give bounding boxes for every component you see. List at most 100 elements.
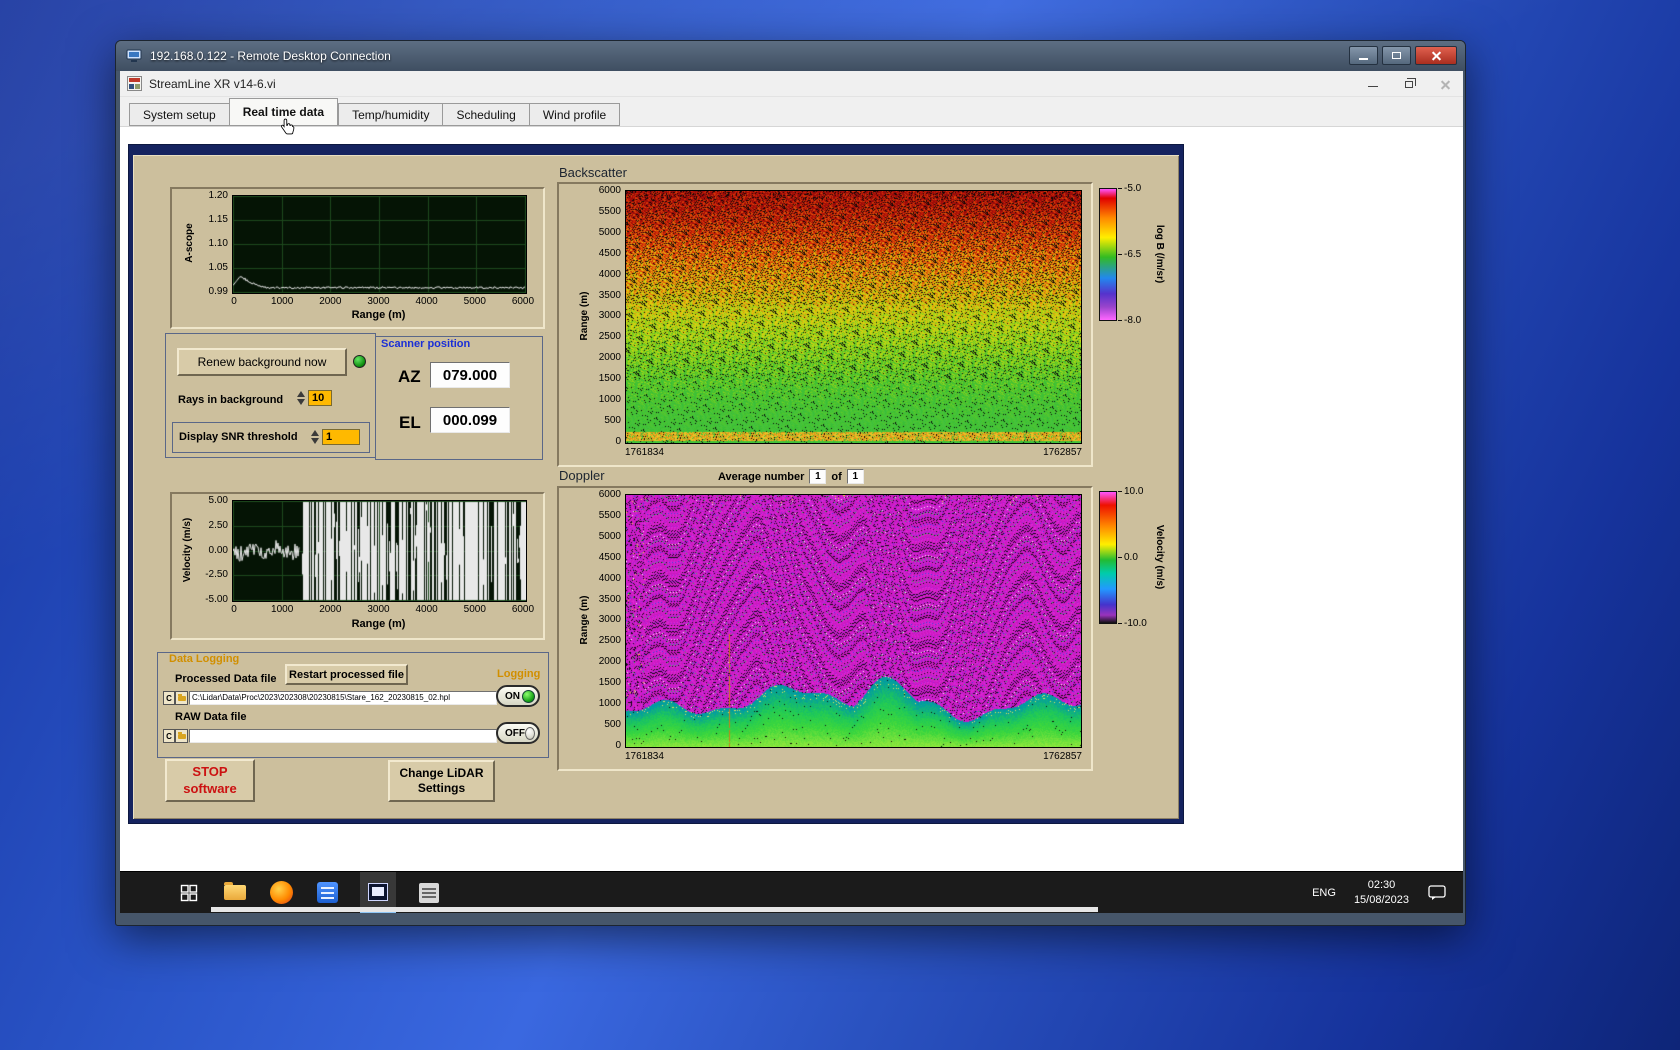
rdp-window: 192.168.0.122 - Remote Desktop Connectio… (115, 40, 1466, 926)
background-status-led (353, 355, 366, 368)
raw-logging-toggle[interactable]: OFF (496, 722, 540, 744)
processed-browse-button[interactable] (175, 691, 188, 705)
raw-path-field[interactable] (189, 729, 497, 743)
rdp-close-button[interactable] (1415, 46, 1457, 65)
firefox-button[interactable] (268, 880, 294, 906)
tick-label: 6000 (506, 604, 540, 615)
tick-label: 1.15 (209, 214, 228, 225)
doppler-colorbar-label: Velocity (m/s) (1154, 525, 1165, 589)
processed-drive-selector[interactable]: C (163, 691, 175, 705)
doppler-x-start: 1761834 (625, 751, 664, 762)
tab-scheduling[interactable]: Scheduling (442, 103, 528, 126)
rays-in-background-label: Rays in background (178, 394, 283, 406)
scheduler-app-button[interactable] (416, 880, 442, 906)
change-lidar-settings-button[interactable]: Change LiDAR Settings (388, 760, 495, 802)
tick-label: 500 (604, 719, 621, 730)
app-window-title: StreamLine XR v14-6.vi (149, 77, 276, 91)
velocity-plot-frame: Velocity (m/s) 5.002.500.00-2.50-5.00 01… (170, 492, 545, 640)
start-button[interactable] (176, 880, 202, 906)
editor-app-button[interactable] (314, 880, 340, 906)
stop-label-line1: STOP (192, 764, 227, 780)
raw-browse-button[interactable] (175, 729, 188, 743)
stop-label-line2: software (183, 781, 236, 797)
doppler-colorbar-ticks: 10.00.0-10.0 (1124, 486, 1147, 629)
processed-logging-toggle[interactable]: ON (496, 685, 540, 707)
tick-label: 1.10 (209, 238, 228, 249)
app-minimize-button[interactable] (1355, 71, 1391, 97)
tab-label: Wind profile (543, 108, 606, 122)
tick-label: 4000 (599, 269, 621, 280)
backscatter-plot-frame: Range (m) 600055005000450040003500300025… (557, 182, 1093, 467)
stop-software-button[interactable]: STOP software (165, 759, 255, 802)
on-label: ON (505, 691, 520, 702)
tick-label: 2500 (599, 331, 621, 342)
app-close-button[interactable] (1427, 71, 1463, 97)
tab-system-setup[interactable]: System setup (129, 103, 229, 126)
average-number-input[interactable]: 1 (809, 469, 826, 484)
backscatter-heatmap-canvas (626, 191, 1081, 443)
backscatter-x-start: 1761834 (625, 447, 664, 458)
average-total-input[interactable]: 1 (847, 469, 864, 484)
raw-data-file-label: RAW Data file (175, 711, 247, 723)
scanner-position-title: Scanner position (381, 338, 470, 350)
doppler-colorbar: 10.00.0-10.0 Velocity (m/s) (1099, 491, 1185, 637)
tab-label: Scheduling (456, 108, 515, 122)
close-icon (1440, 79, 1451, 90)
restore-icon (1405, 81, 1413, 88)
tick-label: 4500 (599, 248, 621, 259)
taskbar-clock[interactable]: 02:30 15/08/2023 (1354, 878, 1409, 908)
tab-label: System setup (143, 108, 216, 122)
app-restore-button[interactable] (1391, 71, 1427, 97)
rdp-maximize-button[interactable] (1382, 46, 1411, 65)
velocity-x-ticks: 0100020003000400050006000 (217, 604, 540, 615)
editor-app-icon (317, 882, 338, 903)
tick-label: -10.0 (1124, 618, 1147, 629)
tick-label: 2.50 (209, 520, 228, 531)
off-label: OFF (505, 728, 525, 739)
velocity-trace-canvas (233, 501, 526, 601)
cursor-hand-icon (280, 118, 295, 135)
front-panel-frame: A-scope 1.201.151.101.050.99 01000200030… (128, 144, 1184, 824)
average-number-controls: Average number 1 of 1 (718, 469, 864, 484)
doppler-y-ticks: 6000550050004500400035003000250020001500… (587, 489, 621, 751)
maximize-icon (1392, 52, 1401, 59)
folder-icon (224, 885, 246, 900)
tick-label: 1000 (599, 394, 621, 405)
notification-center-icon[interactable] (1427, 884, 1447, 902)
tick-label: 3500 (599, 594, 621, 605)
folder-icon (178, 696, 186, 701)
rays-spinner[interactable] (297, 391, 305, 405)
snr-value-input[interactable]: 1 (322, 429, 360, 445)
tick-label: 3000 (361, 296, 395, 307)
language-indicator[interactable]: ENG (1312, 887, 1336, 899)
rdp-minimize-button[interactable] (1349, 46, 1378, 65)
app-titlebar[interactable]: StreamLine XR v14-6.vi (120, 71, 1463, 97)
rdp-titlebar[interactable]: 192.168.0.122 - Remote Desktop Connectio… (116, 41, 1465, 71)
tick-label: 4000 (410, 296, 444, 307)
clock-date: 15/08/2023 (1354, 893, 1409, 908)
snr-spinner[interactable] (311, 430, 319, 444)
tick-label: 0 (615, 740, 621, 751)
tick-label: 1.05 (209, 262, 228, 273)
rdp-window-title: 192.168.0.122 - Remote Desktop Connectio… (150, 49, 391, 63)
tick-label: 10.0 (1124, 486, 1147, 497)
tick-label: 2500 (599, 635, 621, 646)
tick-label: 5500 (599, 510, 621, 521)
tab-wind-profile[interactable]: Wind profile (529, 103, 620, 126)
processed-path-field[interactable]: C:\Lidar\Data\Proc\2023\202308\20230815\… (189, 691, 497, 705)
restart-processed-file-button[interactable]: Restart processed file (285, 664, 408, 685)
backscatter-x-range: 1761834 1762857 (625, 447, 1082, 458)
raw-drive-selector[interactable]: C (163, 729, 175, 743)
rays-value-input[interactable]: 10 (308, 390, 332, 406)
renew-background-button[interactable]: Renew background now (177, 348, 347, 376)
elevation-value: 000.099 (430, 407, 510, 433)
backscatter-colorbar: -5.0-6.5-8.0 log B (/m/sr) (1099, 188, 1185, 334)
tab-temp-humidity[interactable]: Temp/humidity (338, 103, 442, 126)
ascope-x-axis-label: Range (m) (232, 309, 525, 321)
tick-label: 1000 (265, 296, 299, 307)
backscatter-colorbar-label: log B (/m/sr) (1154, 225, 1165, 283)
rdp-window-controls (1349, 46, 1457, 65)
tick-label: 5000 (458, 296, 492, 307)
doppler-x-range: 1761834 1762857 (625, 751, 1082, 762)
file-explorer-button[interactable] (222, 880, 248, 906)
